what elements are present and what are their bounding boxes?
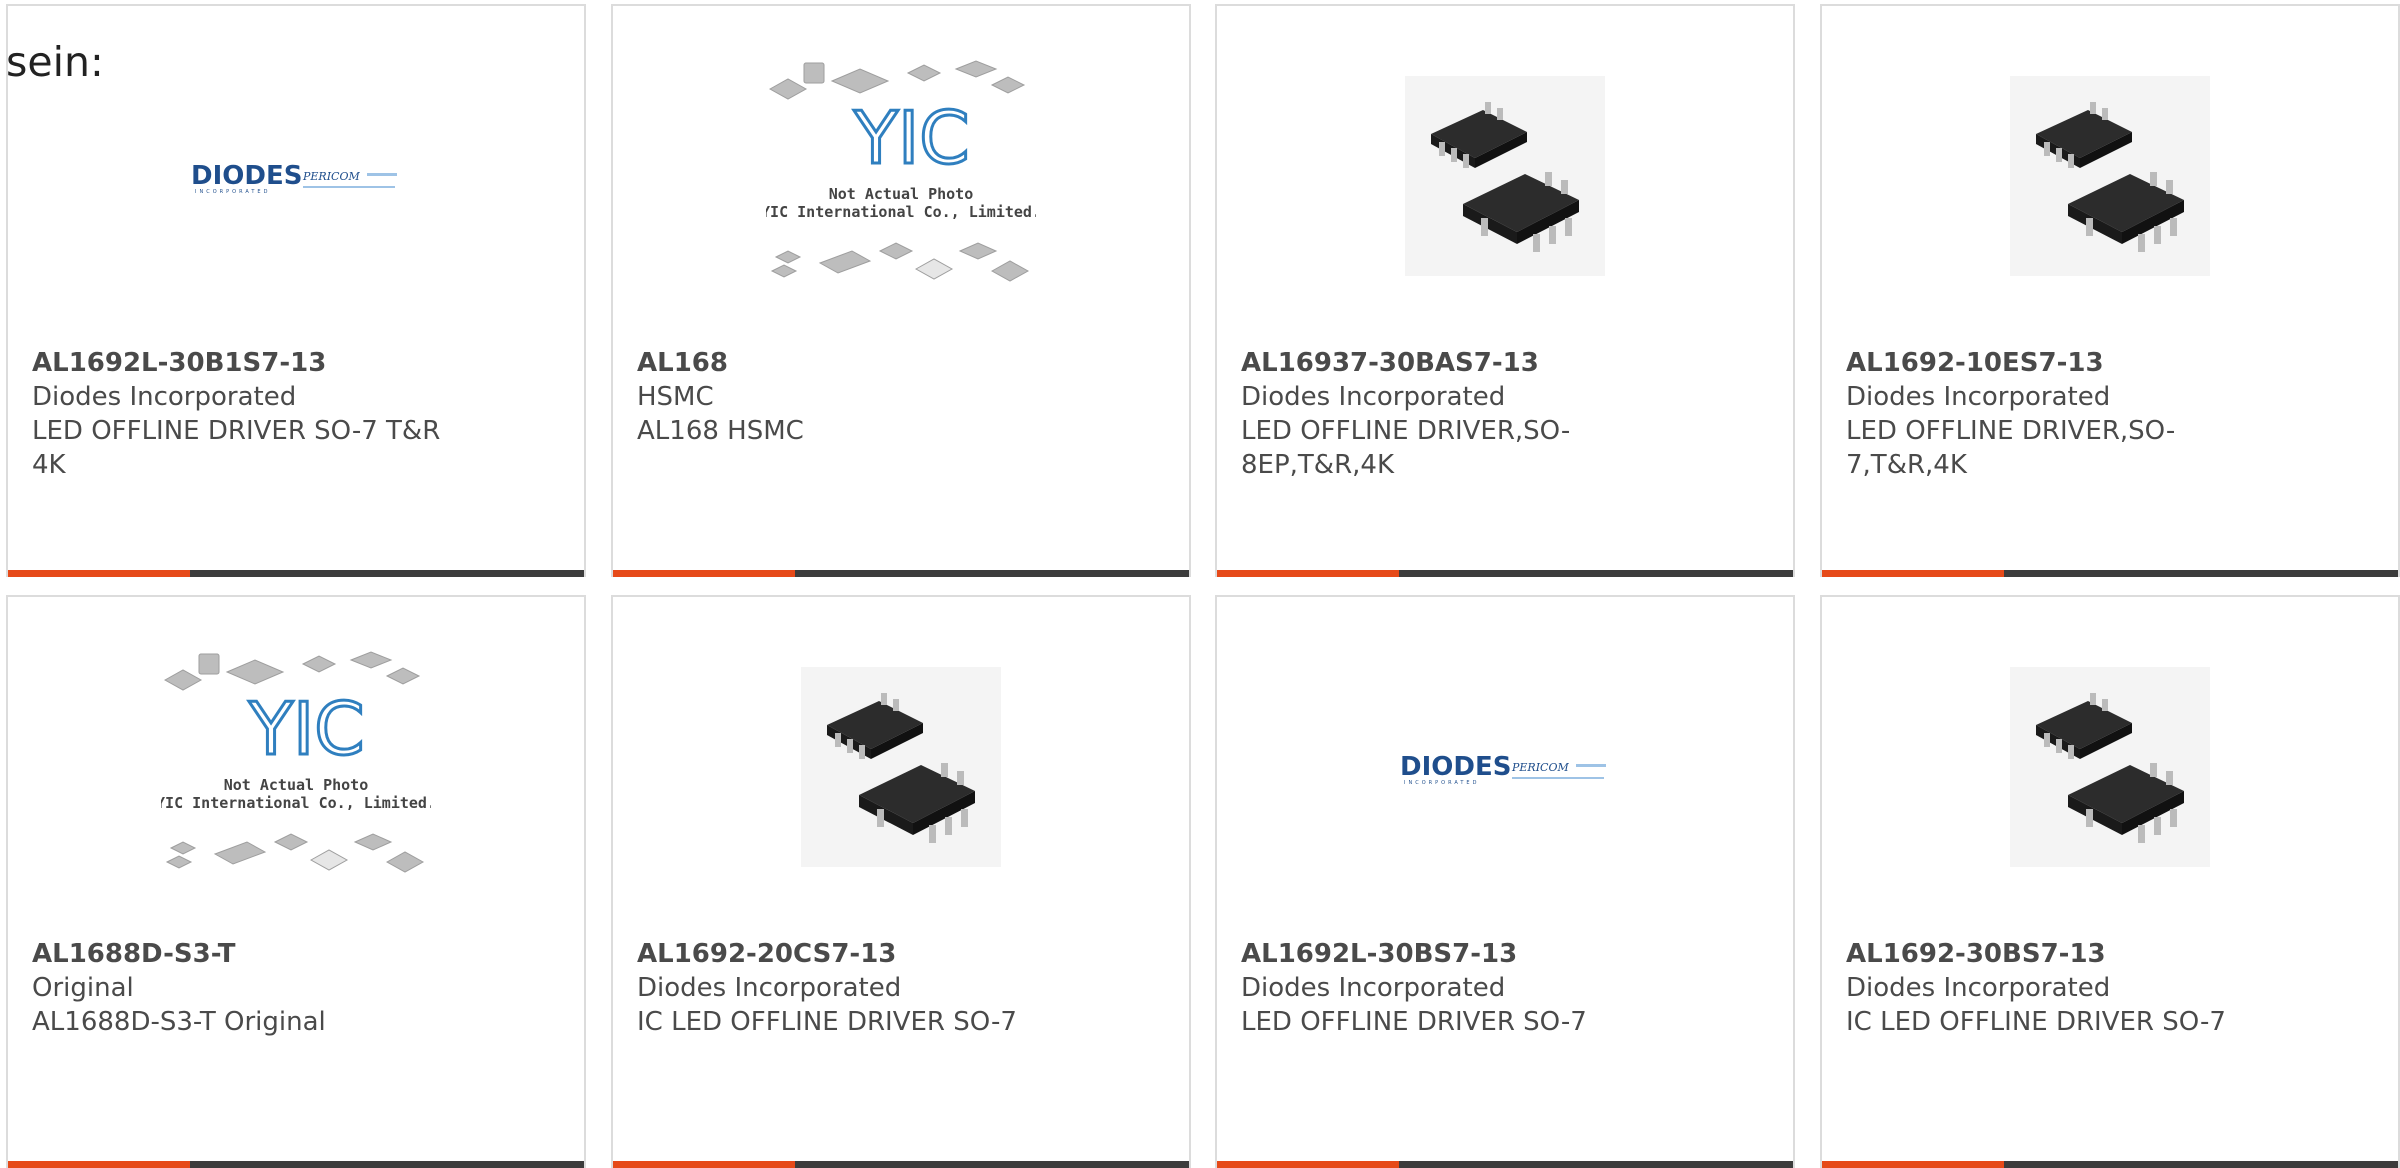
svg-text:PERICOM: PERICOM [1511,761,1569,774]
manufacturer: Diodes Incorporated [32,382,297,412]
product-card[interactable]: YIC Not Actual Photo YIC International C… [6,595,586,1168]
product-card[interactable]: YIC Not Actual Photo YIC International C… [611,4,1191,577]
part-number[interactable]: AL16937-30BAS7-13 [1241,346,1681,380]
card-bottom-bar [1822,570,2398,577]
svg-text:YIC International Co., Limited: YIC International Co., Limited. [161,794,431,812]
manufacturer: Original [32,973,134,1003]
part-number[interactable]: AL1692L-30B1S7-13 [32,346,472,380]
card-bottom-bar [1822,1161,2398,1168]
svg-text:YIC International Co., Limited: YIC International Co., Limited. [766,203,1036,221]
part-number[interactable]: AL168 [637,346,1077,380]
description: AL1688D-S3-T Original [32,1007,326,1037]
part-number[interactable]: AL1688D-S3-T [32,937,472,971]
card-bottom-bar [613,570,1189,577]
product-image-yic-placeholder: YIC Not Actual Photo YIC International C… [146,641,446,893]
svg-text:YIC: YIC [853,96,970,180]
svg-text:Not Actual Photo: Not Actual Photo [829,185,974,203]
product-image-yic-placeholder: YIC Not Actual Photo YIC International C… [751,50,1051,302]
manufacturer: Diodes Incorporated [1241,973,1506,1003]
product-card[interactable]: AL1692-20CS7-13 Diodes Incorporated IC L… [611,595,1191,1168]
description: LED OFFLINE DRIVER,SO-8EP,T&R,4K [1241,416,1571,480]
card-bottom-bar [8,1161,584,1168]
manufacturer: HSMC [637,382,714,412]
description: LED OFFLINE DRIVER SO-7 [1241,1007,1587,1037]
description: LED OFFLINE DRIVER SO-7 T&R 4K [32,416,441,480]
product-image-soic-chip [1960,641,2260,893]
description: IC LED OFFLINE DRIVER SO-7 [1846,1007,2226,1037]
svg-text:INCORPORATED: INCORPORATED [195,189,270,195]
card-bottom-bar [613,1161,1189,1168]
product-card[interactable]: AL1692-10ES7-13 Diodes Incorporated LED … [1820,4,2400,577]
intro-text: sein: [6,38,104,86]
part-number[interactable]: AL1692-30BS7-13 [1846,937,2286,971]
part-number[interactable]: AL1692L-30BS7-13 [1241,937,1681,971]
product-image-soic-chip [1355,50,1655,302]
svg-text:DIODES: DIODES [191,161,302,191]
product-image-soic-chip [751,641,1051,893]
svg-text:YIC: YIC [248,687,365,771]
description: IC LED OFFLINE DRIVER SO-7 [637,1007,1017,1037]
product-image-diodes-logo: DIODES INCORPORATED PERICOM [1355,641,1655,893]
manufacturer: Diodes Incorporated [1846,382,2111,412]
manufacturer: Diodes Incorporated [1241,382,1506,412]
manufacturer: Diodes Incorporated [637,973,902,1003]
product-image-soic-chip [1960,50,2260,302]
svg-text:Not Actual Photo: Not Actual Photo [224,776,369,794]
product-image-diodes-logo: DIODES INCORPORATED PERICOM [146,50,446,302]
product-card[interactable]: AL16937-30BAS7-13 Diodes Incorporated LE… [1215,4,1795,577]
card-bottom-bar [1217,1161,1793,1168]
part-number[interactable]: AL1692-20CS7-13 [637,937,1077,971]
svg-text:DIODES: DIODES [1400,752,1511,782]
svg-text:INCORPORATED: INCORPORATED [1404,780,1479,786]
manufacturer: Diodes Incorporated [1846,973,2111,1003]
part-number[interactable]: AL1692-10ES7-13 [1846,346,2286,380]
description: LED OFFLINE DRIVER,SO-7,T&R,4K [1846,416,2176,480]
card-bottom-bar [1217,570,1793,577]
svg-text:PERICOM: PERICOM [302,170,360,183]
description: AL168 HSMC [637,416,804,446]
product-card[interactable]: DIODES INCORPORATED PERICOM AL1692L-30BS… [1215,595,1795,1168]
card-bottom-bar [8,570,584,577]
product-card[interactable]: AL1692-30BS7-13 Diodes Incorporated IC L… [1820,595,2400,1168]
